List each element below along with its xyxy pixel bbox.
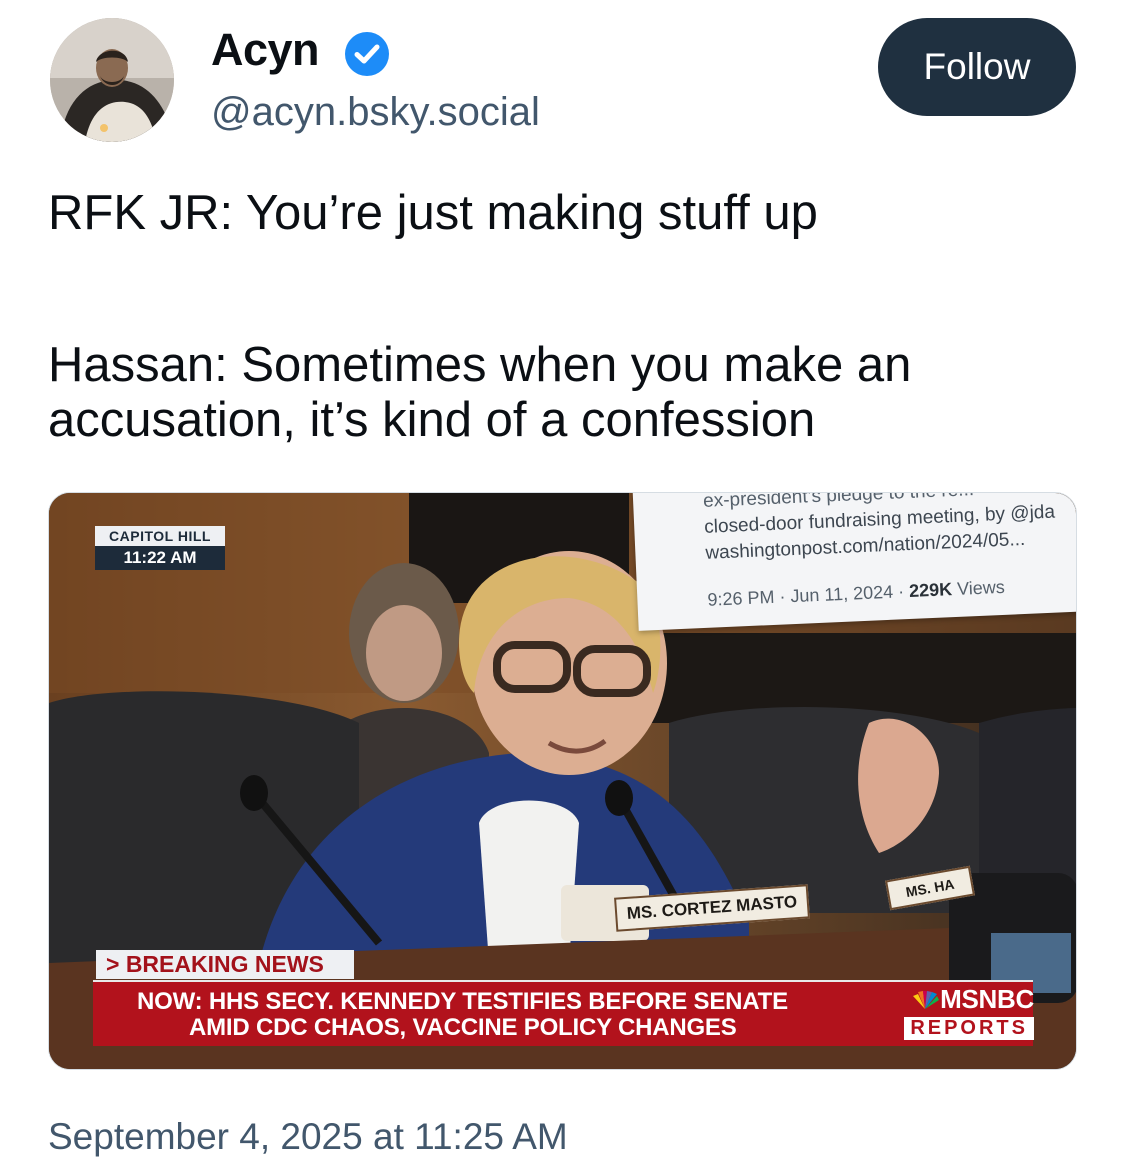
breaking-headline-2: AMID CDC CHAOS, VACCINE POLICY CHANGES xyxy=(189,1014,737,1041)
network-sub: REPORTS xyxy=(904,1017,1034,1040)
location-label: CAPITOL HILL xyxy=(95,526,225,546)
network-logo: MSNBC REPORTS xyxy=(864,984,1034,1040)
breaking-headline-1: NOW: HHS SECY. KENNEDY TESTIFIES BEFORE … xyxy=(137,988,788,1015)
screen-meta-views-suffix: Views xyxy=(951,576,1006,600)
avatar[interactable] xyxy=(50,18,174,142)
video-thumbnail[interactable]: CAPITOL HILL 11:22 AM ex-president’s ple… xyxy=(48,492,1077,1070)
network-name: MSNBC xyxy=(940,984,1034,1014)
display-name[interactable]: Acyn xyxy=(211,24,320,76)
verified-badge-icon xyxy=(345,32,389,76)
screen-meta-views: 229K xyxy=(908,579,953,601)
screen-meta-time: 9:26 PM · Jun 11, 2024 · xyxy=(707,581,910,610)
post-timestamp[interactable]: September 4, 2025 at 11:25 AM xyxy=(48,1116,568,1158)
location-bug: CAPITOL HILL 11:22 AM xyxy=(95,526,225,570)
post-line-1: RFK JR: You’re just making stuff up xyxy=(48,186,818,240)
post-line-2: Hassan: Sometimes when you make an accus… xyxy=(48,337,912,447)
post-text: RFK JR: You’re just making stuff up Hass… xyxy=(48,186,1088,448)
breaking-news-tag: > BREAKING NEWS xyxy=(96,950,354,979)
screen-meta: 9:26 PM · Jun 11, 2024 · 229K Views xyxy=(707,577,1005,611)
location-time: 11:22 AM xyxy=(95,546,225,570)
peacock-icon xyxy=(913,991,940,1009)
handle[interactable]: @acyn.bsky.social xyxy=(211,90,540,135)
msnbc-wordmark: MSNBC xyxy=(864,984,1034,1015)
follow-button[interactable]: Follow xyxy=(878,18,1076,116)
background-screen: ex-president’s pledge to the re... close… xyxy=(631,493,1076,631)
profile-photo-icon xyxy=(50,18,174,142)
